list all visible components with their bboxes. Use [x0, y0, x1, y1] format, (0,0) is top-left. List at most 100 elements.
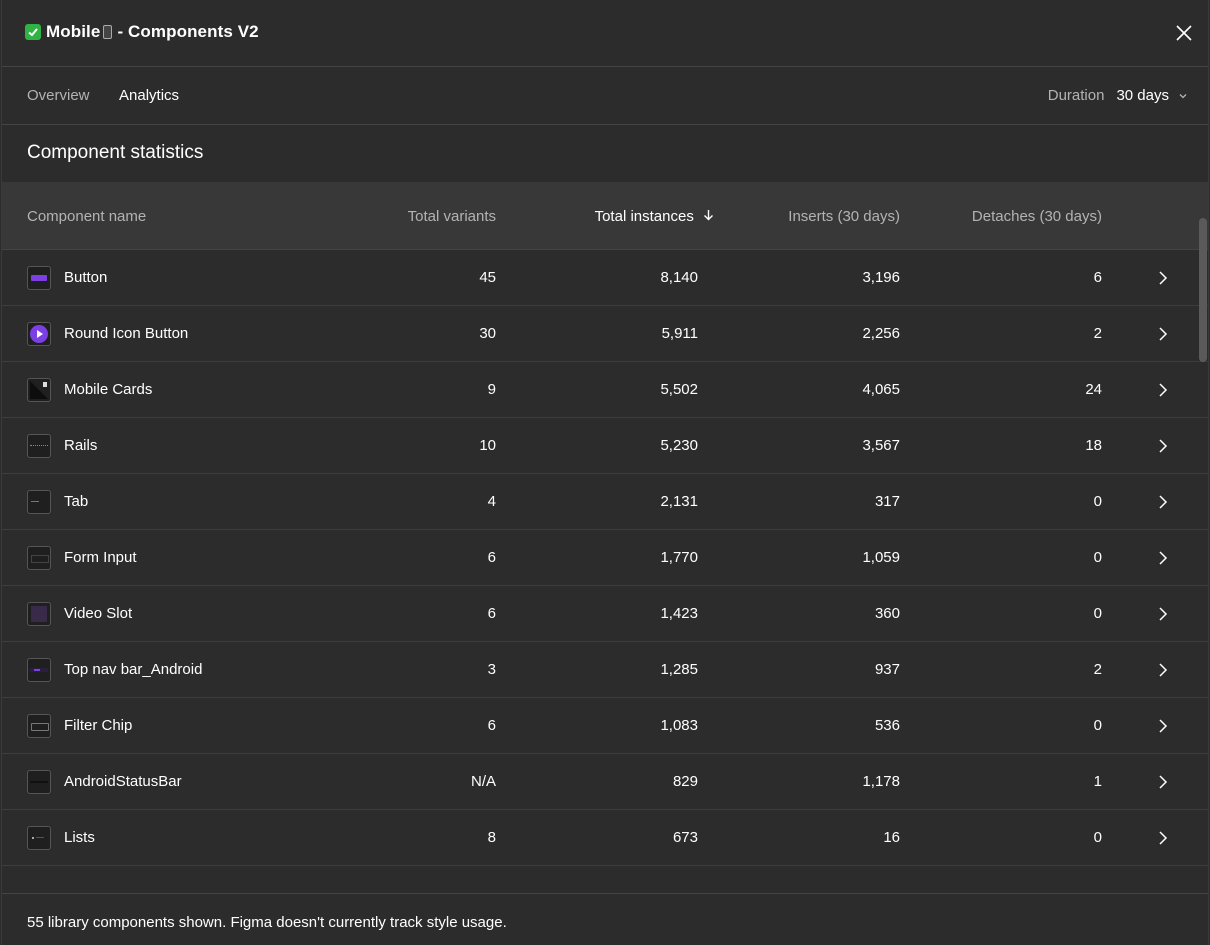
component-thumbnail: [27, 658, 51, 682]
modal-header: Mobile - Components V2: [2, 0, 1208, 67]
inserts-cell: 360: [874, 605, 900, 622]
total-instances-cell: 2,131: [660, 493, 698, 510]
inserts-cell: 937: [874, 661, 900, 678]
detaches-cell: 0: [1093, 493, 1102, 510]
component-thumbnail: [27, 714, 51, 738]
footer-note: 55 library components shown. Figma doesn…: [27, 914, 507, 931]
table-row[interactable]: Top nav bar_Android 3 1,285 937 2: [2, 642, 1208, 698]
table-row[interactable]: AndroidStatusBar N/A 829 1,178 1: [2, 754, 1208, 810]
column-header-name[interactable]: Component name: [27, 208, 146, 225]
tab-analytics[interactable]: Analytics: [119, 87, 179, 104]
detaches-cell: 6: [1093, 269, 1102, 286]
component-table-body: Button 45 8,140 3,196 6 Round Icon Button 30 5,…: [2, 250, 1208, 866]
table-row[interactable]: Filter Chip 6 1,083 536 0: [2, 698, 1208, 754]
total-instances-cell: 1,083: [660, 717, 698, 734]
chevron-right-icon[interactable]: [1158, 550, 1168, 566]
close-button[interactable]: [1174, 23, 1194, 43]
checkmark-icon: [25, 24, 41, 40]
tab-bar: Overview Analytics Duration 30 days: [2, 67, 1208, 125]
table-row[interactable]: Button 45 8,140 3,196 6: [2, 250, 1208, 306]
component-thumbnail: [27, 378, 51, 402]
total-instances-cell: 5,230: [660, 437, 698, 454]
total-variants-cell: 6: [487, 549, 496, 566]
detaches-cell: 2: [1093, 325, 1102, 342]
component-thumbnail: [27, 490, 51, 514]
component-thumbnail: [27, 770, 51, 794]
chevron-right-icon[interactable]: [1158, 830, 1168, 846]
total-instances-cell: 1,770: [660, 549, 698, 566]
chevron-right-icon[interactable]: [1158, 326, 1168, 342]
detaches-cell: 0: [1093, 605, 1102, 622]
mobile-phone-icon: [103, 25, 113, 39]
detaches-cell: 0: [1093, 549, 1102, 566]
table-row[interactable]: Form Input 6 1,770 1,059 0: [2, 530, 1208, 586]
table-row[interactable]: Round Icon Button 30 5,911 2,256 2: [2, 306, 1208, 362]
section-title: Component statistics: [27, 142, 204, 163]
column-header-variants[interactable]: Total variants: [408, 208, 496, 225]
library-title: Mobile - Components V2: [25, 22, 259, 42]
chevron-right-icon[interactable]: [1158, 662, 1168, 678]
total-variants-cell: 9: [487, 381, 496, 398]
total-variants-cell: N/A: [470, 773, 496, 790]
chevron-down-icon[interactable]: [1178, 91, 1188, 101]
total-variants-cell: 10: [479, 437, 496, 454]
total-variants-cell: 6: [487, 605, 496, 622]
inserts-cell: 1,059: [862, 549, 900, 566]
component-name: Filter Chip: [64, 717, 133, 734]
total-instances-cell: 5,502: [660, 381, 698, 398]
total-instances-cell: 1,285: [660, 661, 698, 678]
total-instances-cell: 1,423: [660, 605, 698, 622]
inserts-cell: 317: [874, 493, 900, 510]
chevron-right-icon[interactable]: [1158, 606, 1168, 622]
table-header: Component name Total variants Total inst…: [2, 182, 1208, 250]
detaches-cell: 2: [1093, 661, 1102, 678]
component-name: Tab: [64, 493, 89, 510]
chevron-right-icon[interactable]: [1158, 270, 1168, 286]
table-row[interactable]: Mobile Cards 9 5,502 4,065 24: [2, 362, 1208, 418]
table-row[interactable]: Video Slot 6 1,423 360 0: [2, 586, 1208, 642]
component-name: Top nav bar_Android: [64, 661, 203, 678]
duration-selector[interactable]: Duration 30 days: [1048, 87, 1188, 104]
inserts-cell: 3,196: [862, 269, 900, 286]
detaches-cell: 1: [1093, 773, 1102, 790]
component-name: Form Input: [64, 549, 137, 566]
chevron-right-icon[interactable]: [1158, 494, 1168, 510]
detaches-cell: 24: [1085, 381, 1102, 398]
sort-descending-icon: [704, 210, 713, 221]
duration-label: Duration: [1047, 87, 1105, 104]
total-instances-cell: 8,140: [660, 269, 698, 286]
inserts-cell: 1,178: [862, 773, 900, 790]
total-variants-cell: 4: [487, 493, 496, 510]
chevron-right-icon[interactable]: [1158, 438, 1168, 454]
inserts-cell: 4,065: [862, 381, 900, 398]
component-thumbnail: [27, 266, 51, 290]
chevron-right-icon[interactable]: [1158, 382, 1168, 398]
close-icon: [1176, 25, 1192, 41]
total-variants-cell: 45: [479, 269, 496, 286]
column-header-instances[interactable]: Total instances: [595, 208, 714, 225]
component-thumbnail: [27, 602, 51, 626]
column-header-inserts[interactable]: Inserts (30 days): [788, 208, 900, 225]
total-variants-cell: 3: [487, 661, 496, 678]
total-variants-cell: 8: [487, 829, 496, 846]
table-row[interactable]: Rails 10 5,230 3,567 18: [2, 418, 1208, 474]
footer: 55 library components shown. Figma doesn…: [2, 893, 1208, 945]
component-analytics-modal: Mobile - Components V2 Overview Analytic…: [1, 0, 1209, 945]
chevron-right-icon[interactable]: [1158, 774, 1168, 790]
component-thumbnail: [27, 322, 51, 346]
duration-value[interactable]: 30 days: [1116, 87, 1169, 104]
table-row[interactable]: Lists 8 673 16 0: [2, 810, 1208, 866]
component-thumbnail: [27, 434, 51, 458]
scrollbar-thumb[interactable]: [1199, 218, 1207, 362]
library-title-name: Mobile: [46, 22, 101, 41]
library-title-suffix: - Components V2: [117, 22, 259, 41]
chevron-right-icon[interactable]: [1158, 718, 1168, 734]
component-thumbnail: [27, 826, 51, 850]
column-header-detaches[interactable]: Detaches (30 days): [972, 208, 1102, 225]
component-name: Lists: [64, 829, 95, 846]
column-header-instances-label: Total instances: [594, 208, 694, 225]
detaches-cell: 18: [1085, 437, 1102, 454]
tab-overview[interactable]: Overview: [27, 87, 90, 104]
table-row[interactable]: Tab 4 2,131 317 0: [2, 474, 1208, 530]
detaches-cell: 0: [1093, 717, 1102, 734]
